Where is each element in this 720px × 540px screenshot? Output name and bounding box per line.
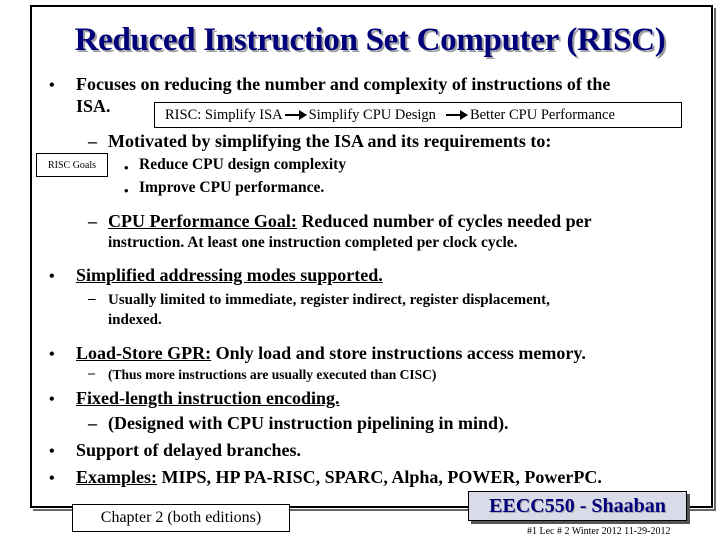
load-store-label: Load-Store GPR: [76, 343, 212, 363]
performance-goal-text: Reduced number of cycles needed per [296, 211, 592, 231]
examples-text: MIPS, HP PA-RISC, SPARC, Alpha, POWER, P… [157, 467, 602, 487]
bullet-1-sub-2-cont: instruction. At least one instruction co… [108, 234, 518, 251]
bullet-6-text: Examples: MIPS, HP PA-RISC, SPARC, Alpha… [76, 467, 602, 488]
slide-title: Reduced Instruction Set Computer (RISC) [74, 22, 666, 58]
bullet-glyph: • [124, 160, 129, 175]
performance-goal-label: CPU Performance Goal: [108, 211, 297, 231]
bullet-1-text: Focuses on reducing the number and compl… [76, 74, 611, 94]
bullet-3-sub-1: (Thus more instructions are usually exec… [108, 367, 437, 382]
bullet-2-text: Simplified addressing modes supported. [76, 265, 383, 285]
right-arrow-icon [445, 110, 468, 120]
bullet-glyph: • [49, 470, 55, 487]
chapter-box: Chapter 2 (both editions) [72, 504, 290, 532]
bullet-1-sub-2: CPU Performance Goal: Reduced number of … [108, 211, 592, 232]
load-store-text: Only load and store instructions access … [211, 343, 586, 363]
goal-item-1: Reduce CPU design complexity [139, 156, 347, 173]
risc-summary-part2: Simplify CPU Design [308, 106, 436, 123]
bullet-2-sub-1-cont: indexed. [108, 312, 162, 328]
bullet-5-text: Support of delayed branches. [76, 440, 302, 460]
dash-glyph: – [88, 211, 97, 231]
bullet-4-sub-1: (Designed with CPU instruction pipelinin… [108, 413, 509, 433]
bullet-2-sub-1: Usually limited to immediate, register i… [108, 292, 550, 308]
bullet-3-text: Load-Store GPR: Only load and store inst… [76, 343, 586, 364]
risc-goals-box: RISC Goals [36, 153, 108, 177]
dash-glyph: – [88, 413, 97, 433]
bullet-1-sub-1: Motivated by simplifying the ISA and its… [108, 131, 552, 151]
bullet-glyph: • [49, 443, 55, 460]
bullet-glyph: • [49, 268, 55, 285]
bullet-4-text: Fixed-length instruction encoding. [76, 388, 340, 408]
bullet-1-cont: ISA. [76, 96, 111, 116]
bullet-glyph: • [49, 346, 55, 363]
bullet-glyph: • [49, 77, 55, 94]
examples-label: Examples: [76, 467, 157, 487]
goal-item-2: Improve CPU performance. [139, 179, 325, 196]
right-arrow-icon [284, 110, 307, 120]
risc-summary-part1: RISC: Simplify ISA [165, 106, 283, 123]
risc-summary-box: RISC: Simplify ISA Simplify CPU Design B… [154, 102, 682, 128]
bullet-glyph: • [49, 391, 55, 408]
risc-summary-part3: Better CPU Performance [469, 106, 615, 123]
slide-info: #1 Lec # 2 Winter 2012 11-29-2012 [527, 526, 671, 537]
dash-glyph: – [88, 291, 96, 307]
dash-glyph: – [88, 131, 97, 151]
dash-glyph: – [88, 366, 95, 381]
bullet-glyph: • [124, 183, 129, 198]
course-badge: EECC550 - Shaaban [468, 491, 687, 521]
